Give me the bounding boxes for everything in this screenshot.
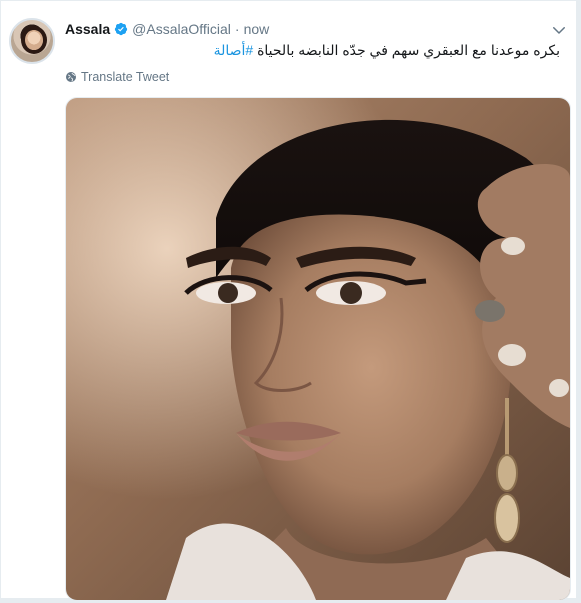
tweet-body: بكره موعدنا مع العبقري سهم في جدّه الناب… xyxy=(257,42,560,58)
tweet-photo[interactable] xyxy=(65,97,571,601)
tweet-text: بكره موعدنا مع العبقري سهم في جدّه الناب… xyxy=(210,41,560,59)
avatar-face xyxy=(25,30,43,50)
tweet-timestamp[interactable]: now xyxy=(244,21,270,37)
chevron-down-icon[interactable] xyxy=(550,21,568,39)
tweet-header: Assala @AssalaOfficial · now xyxy=(65,19,269,39)
author-name[interactable]: Assala xyxy=(65,21,110,37)
translate-tweet-link[interactable]: Translate Tweet xyxy=(65,69,169,85)
translate-label[interactable]: Translate Tweet xyxy=(81,70,169,84)
globe-icon xyxy=(66,72,76,82)
portrait-photo xyxy=(66,98,570,600)
tweet-card[interactable]: Assala @AssalaOfficial · now بكره موعدنا… xyxy=(0,0,577,601)
author-handle[interactable]: @AssalaOfficial xyxy=(132,21,231,37)
avatar[interactable] xyxy=(9,18,55,64)
verified-badge-icon xyxy=(115,22,128,36)
separator-dot: · xyxy=(234,21,240,37)
hashtag-link[interactable]: #أصالة xyxy=(214,42,254,58)
